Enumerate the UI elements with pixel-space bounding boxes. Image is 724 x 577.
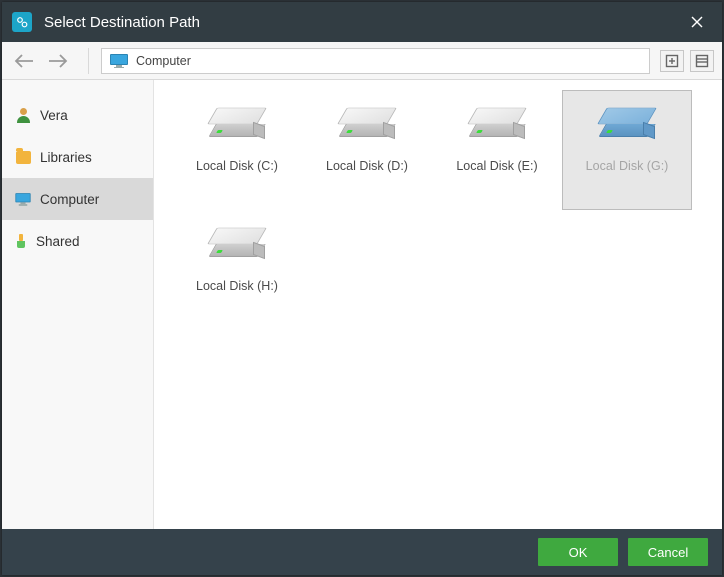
dialog-body: Vera Libraries Computer Shared (2, 80, 722, 529)
arrow-left-icon (13, 53, 35, 69)
drive-item[interactable]: Local Disk (C:) (172, 90, 302, 210)
drive-item[interactable]: Local Disk (H:) (172, 210, 302, 330)
sidebar: Vera Libraries Computer Shared (2, 80, 154, 529)
sidebar-item-label: Computer (40, 192, 99, 207)
app-icon (12, 12, 32, 32)
sidebar-item-computer[interactable]: Computer (2, 178, 153, 220)
cancel-button[interactable]: Cancel (628, 538, 708, 566)
sidebar-item-shared[interactable]: Shared (2, 220, 153, 262)
arrow-right-icon (47, 53, 69, 69)
sidebar-item-libraries[interactable]: Libraries (2, 136, 153, 178)
dialog-window: Select Destination Path Computer (2, 2, 722, 575)
sidebar-item-vera[interactable]: Vera (2, 94, 153, 136)
drive-grid: Local Disk (C:) Local Disk (D:) Local Di… (154, 80, 722, 529)
toolbar-divider (88, 48, 89, 74)
close-button[interactable] (682, 7, 712, 37)
computer-icon (14, 190, 32, 208)
list-icon (695, 54, 709, 68)
drive-item[interactable]: Local Disk (D:) (302, 90, 432, 210)
drive-label: Local Disk (D:) (326, 159, 408, 173)
ok-button[interactable]: OK (538, 538, 618, 566)
path-field[interactable]: Computer (101, 48, 650, 74)
folder-icon (14, 148, 32, 166)
disk-icon (209, 101, 265, 145)
drive-label: Local Disk (C:) (196, 159, 278, 173)
sidebar-item-label: Vera (40, 108, 68, 123)
close-icon (690, 15, 704, 29)
shared-icon (14, 234, 28, 248)
navigation-toolbar: Computer (2, 42, 722, 80)
plus-icon (665, 54, 679, 68)
back-button[interactable] (10, 47, 38, 75)
drive-item[interactable]: Local Disk (G:) (562, 90, 692, 210)
forward-button[interactable] (44, 47, 72, 75)
disk-icon (209, 221, 265, 265)
drive-label: Local Disk (E:) (456, 159, 537, 173)
computer-icon (110, 54, 128, 68)
disk-icon (339, 101, 395, 145)
new-folder-button[interactable] (660, 50, 684, 72)
drive-item[interactable]: Local Disk (E:) (432, 90, 562, 210)
sidebar-item-label: Libraries (40, 150, 92, 165)
drive-label: Local Disk (G:) (586, 159, 669, 173)
user-icon (14, 106, 32, 124)
window-title: Select Destination Path (44, 14, 682, 31)
sidebar-item-label: Shared (36, 234, 80, 249)
view-list-button[interactable] (690, 50, 714, 72)
title-bar: Select Destination Path (2, 2, 722, 42)
disk-icon (469, 101, 525, 145)
path-text: Computer (136, 54, 191, 68)
toolbar-actions (660, 50, 714, 72)
dialog-footer: OK Cancel (2, 529, 722, 575)
nav-arrows (10, 47, 72, 75)
disk-icon (599, 101, 655, 145)
drive-label: Local Disk (H:) (196, 279, 278, 293)
